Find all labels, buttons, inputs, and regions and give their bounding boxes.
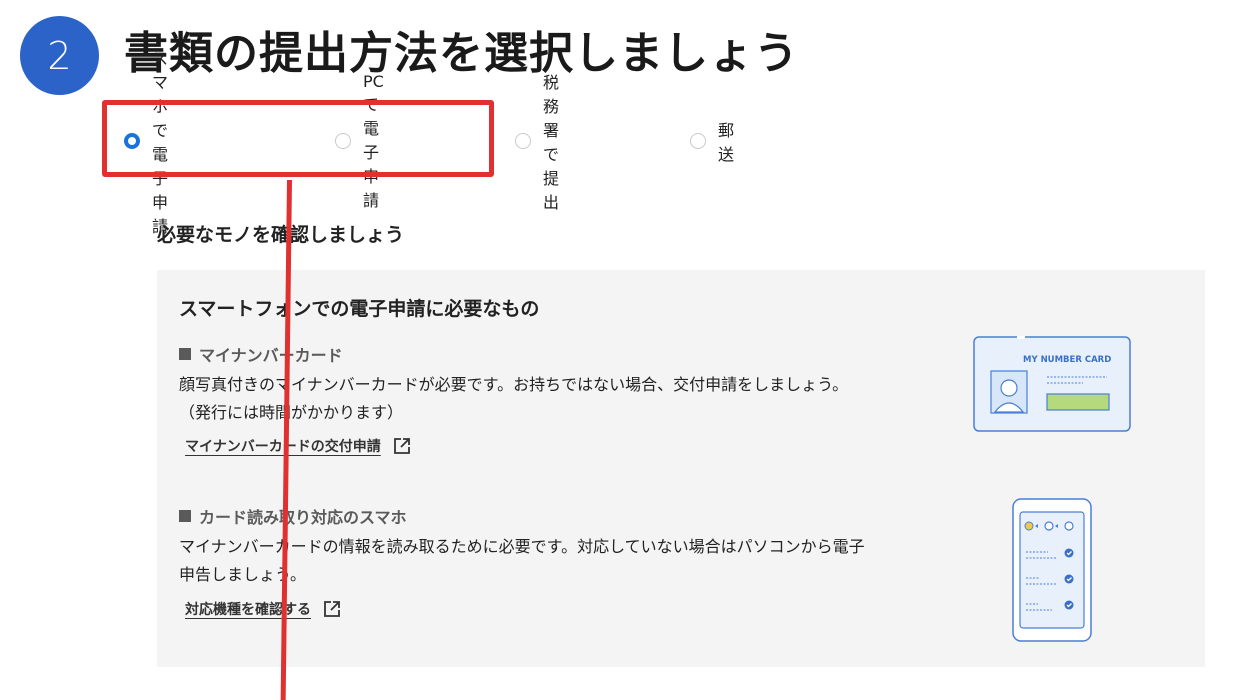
item-title-card-reader-phone: カード読み取り対応のスマホ: [179, 504, 407, 528]
description-line: 顔写真付きのマイナンバーカードが必要です。お持ちではない場合、交付申請をしましょ…: [179, 375, 849, 394]
square-bullet-icon: [179, 510, 191, 522]
option-label: スマホで電子申請: [152, 49, 169, 236]
item-title-text: マイナンバーカード: [199, 346, 343, 365]
radio-unselected-icon[interactable]: [515, 133, 531, 149]
smartphone-illustration: [1012, 498, 1092, 642]
option-tax-office[interactable]: 税務署で提出: [515, 73, 559, 212]
item-title-text: カード読み取り対応のスマホ: [199, 508, 407, 527]
item-description: マイナンバーカードの情報を読み取るために必要です。対応していない場合はパソコンか…: [179, 533, 939, 589]
radio-selected-icon[interactable]: [124, 133, 140, 149]
my-number-card-application-link[interactable]: マイナンバーカードの交付申請: [185, 436, 411, 456]
id-card-illustration: MY NUMBER CARD: [973, 336, 1131, 432]
description-line: （発行には時間がかかります）: [179, 403, 404, 422]
card-label: MY NUMBER CARD: [1023, 355, 1111, 365]
requirements-section-title: 必要なモノを確認しましょう: [157, 224, 405, 246]
option-label: 税務署で提出: [543, 73, 560, 212]
page-title: 書類の提出方法を選択しましょう: [124, 28, 799, 79]
panel-heading: スマートフォンでの電子申請に必要なもの: [179, 298, 540, 320]
check-compatible-devices-link[interactable]: 対応機種を確認する: [185, 599, 341, 619]
radio-unselected-icon[interactable]: [690, 133, 706, 149]
external-link-icon[interactable]: [393, 437, 411, 455]
link-text[interactable]: 対応機種を確認する: [185, 599, 311, 619]
external-link-icon[interactable]: [323, 600, 341, 618]
square-bullet-icon: [179, 348, 191, 360]
radio-unselected-icon[interactable]: [335, 133, 351, 149]
item-title-my-number-card: マイナンバーカード: [179, 342, 343, 366]
option-smartphone-e-filing[interactable]: スマホで電子申請: [124, 49, 168, 236]
option-label: 郵送: [718, 121, 735, 164]
requirements-panel: スマートフォンでの電子申請に必要なもの マイナンバーカード 顔写真付きのマイナン…: [157, 270, 1205, 667]
option-mail[interactable]: 郵送: [690, 121, 734, 164]
option-pc-e-filing[interactable]: PCで電子申請: [335, 72, 384, 210]
item-description: 顔写真付きのマイナンバーカードが必要です。お持ちではない場合、交付申請をしましょ…: [179, 371, 939, 427]
option-label: PCで電子申請: [363, 71, 384, 210]
step-number-badge: 2: [20, 16, 99, 95]
